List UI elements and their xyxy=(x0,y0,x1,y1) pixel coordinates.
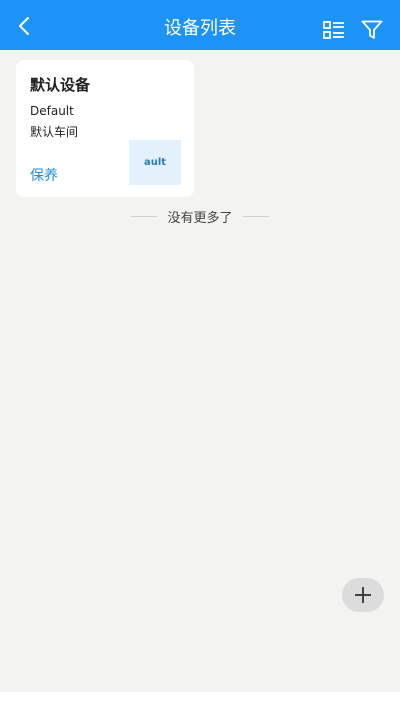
maintenance-link[interactable]: 保养 xyxy=(30,165,58,185)
device-location: 默认车间 xyxy=(30,125,79,139)
device-thumbnail: ault xyxy=(129,140,181,185)
list-end-indicator: 没有更多了 xyxy=(0,206,400,226)
list-end-text: 没有更多了 xyxy=(167,210,233,226)
plus-icon xyxy=(355,587,371,603)
thumbnail-text: ault xyxy=(143,157,167,168)
device-name: 默认设备 xyxy=(30,76,91,94)
divider-right xyxy=(242,215,269,217)
filter-button[interactable] xyxy=(358,16,386,44)
bottom-bar xyxy=(0,692,400,711)
add-device-button[interactable] xyxy=(342,578,384,612)
app-header: 设备列表 xyxy=(0,0,400,50)
list-view-button[interactable] xyxy=(320,16,348,44)
device-card[interactable]: 默认设备 Default 默认车间 保养 ault xyxy=(16,60,194,197)
filter-icon xyxy=(361,20,383,39)
list-view-icon xyxy=(323,21,344,39)
divider-left xyxy=(131,215,158,217)
device-code: Default xyxy=(30,104,74,118)
